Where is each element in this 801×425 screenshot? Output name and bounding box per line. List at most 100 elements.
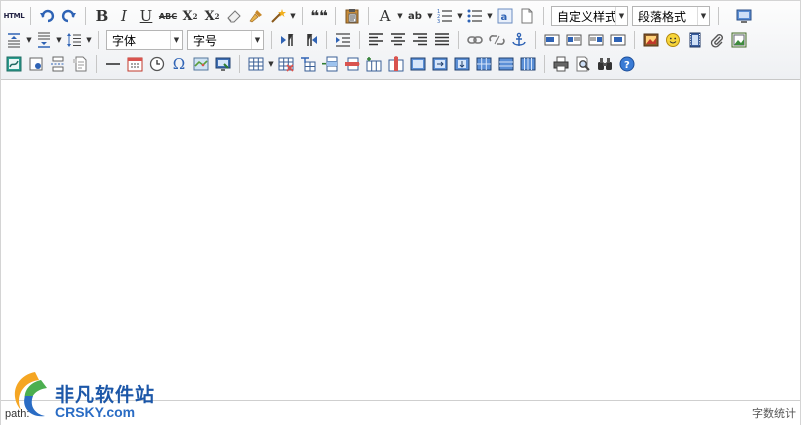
image-left-button[interactable] (564, 30, 584, 50)
insert-column-button[interactable] (364, 54, 384, 74)
custom-style-select[interactable]: 自定义样式 ▼ (551, 6, 628, 26)
html-source-button[interactable]: HTML (4, 6, 25, 26)
merge-right-button[interactable] (430, 54, 450, 74)
word-count[interactable]: 字数统计 (752, 405, 796, 421)
format-painter-button[interactable] (246, 6, 266, 26)
insert-paragraph-before-table-button[interactable] (298, 54, 318, 74)
paragraph-format-select[interactable]: 段落格式 ▼ (632, 6, 710, 26)
print-button[interactable] (551, 54, 571, 74)
subscript-button[interactable]: X2 (202, 6, 222, 26)
chevron-down-icon[interactable]: ▼ (396, 6, 404, 26)
insert-table-dropdown[interactable]: ▼ (245, 54, 275, 74)
delete-table-button[interactable] (276, 54, 296, 74)
split-to-cells-button[interactable] (474, 54, 494, 74)
highlight-color-button[interactable]: ab (405, 6, 425, 26)
font-size-select[interactable]: 字号 ▼ (187, 30, 264, 50)
line-height-dropdown[interactable]: ▼ (63, 30, 93, 50)
attachment-button[interactable] (707, 30, 727, 50)
image-right-button[interactable] (586, 30, 606, 50)
strikethrough-button[interactable]: ABC (158, 6, 178, 26)
chevron-down-icon[interactable]: ▼ (486, 6, 494, 26)
insert-row-button[interactable] (320, 54, 340, 74)
highlight-color-dropdown[interactable]: ab ▼ (404, 6, 434, 26)
ordered-list-dropdown[interactable]: 123 ▼ (434, 6, 464, 26)
blockquote-button[interactable]: ❝❝ (309, 6, 329, 26)
ltr-button[interactable] (278, 30, 298, 50)
chevron-down-icon[interactable]: ▼ (85, 30, 93, 50)
rtl-button[interactable] (300, 30, 320, 50)
redo-button[interactable] (59, 6, 79, 26)
unordered-list-dropdown[interactable]: ▼ (464, 6, 494, 26)
special-char-button[interactable]: Ω (169, 54, 189, 74)
case-transform-button[interactable]: a (495, 6, 515, 26)
split-to-cols-button[interactable] (518, 54, 538, 74)
image-none-button[interactable] (542, 30, 562, 50)
chevron-down-icon[interactable]: ▼ (426, 6, 434, 26)
row-spacing-bottom-button[interactable] (34, 30, 54, 50)
fullscreen-button[interactable] (734, 6, 754, 26)
insert-video-button[interactable] (685, 30, 705, 50)
chevron-down-icon[interactable]: ▼ (251, 31, 263, 49)
anchor-button[interactable] (509, 30, 529, 50)
scrawl-button[interactable] (4, 54, 24, 74)
preview-button[interactable] (573, 54, 593, 74)
unlink-button[interactable] (487, 30, 507, 50)
align-center-button[interactable] (388, 30, 408, 50)
split-to-rows-button[interactable] (496, 54, 516, 74)
bold-button[interactable]: B (92, 6, 112, 26)
unordered-list-button[interactable] (465, 6, 485, 26)
auto-format-button[interactable] (268, 6, 288, 26)
delete-column-button[interactable] (386, 54, 406, 74)
insert-image-button[interactable] (641, 30, 661, 50)
chevron-down-icon[interactable]: ▼ (267, 54, 275, 74)
editor-content-area[interactable] (1, 80, 800, 400)
paste-plain-button[interactable] (342, 6, 362, 26)
superscript-button[interactable]: X2 (180, 6, 200, 26)
chevron-down-icon[interactable]: ▼ (289, 6, 297, 26)
image-gallery-button[interactable] (729, 30, 749, 50)
align-right-button[interactable] (410, 30, 430, 50)
indent-button[interactable] (333, 30, 353, 50)
insert-link-button[interactable] (465, 30, 485, 50)
search-replace-button[interactable] (595, 54, 615, 74)
chevron-down-icon[interactable]: ▼ (456, 6, 464, 26)
insert-frame-button[interactable] (26, 54, 46, 74)
insert-table-button[interactable] (246, 54, 266, 74)
row-spacing-top-dropdown[interactable]: ▼ (3, 30, 33, 50)
eraser-button[interactable] (224, 6, 244, 26)
chevron-down-icon[interactable]: ▼ (697, 7, 709, 25)
font-family-select[interactable]: 字体 ▼ (106, 30, 183, 50)
line-height-button[interactable] (64, 30, 84, 50)
font-color-dropdown[interactable]: A ▼ (374, 6, 404, 26)
new-document-button[interactable] (517, 6, 537, 26)
italic-button[interactable]: I (114, 6, 134, 26)
emoticon-button[interactable] (663, 30, 683, 50)
undo-button[interactable] (37, 6, 57, 26)
merge-cells-button[interactable] (408, 54, 428, 74)
page-break-button[interactable] (48, 54, 68, 74)
help-button[interactable]: ? (617, 54, 637, 74)
chevron-down-icon[interactable]: ▼ (615, 7, 627, 25)
image-center-button[interactable] (608, 30, 628, 50)
align-justify-button[interactable] (432, 30, 452, 50)
merge-down-button[interactable] (452, 54, 472, 74)
insert-date-button[interactable] (125, 54, 145, 74)
insert-time-button[interactable] (147, 54, 167, 74)
film-icon (689, 32, 701, 48)
chevron-down-icon[interactable]: ▼ (25, 30, 33, 50)
font-color-button[interactable]: A (375, 6, 395, 26)
row-spacing-bottom-dropdown[interactable]: ▼ (33, 30, 63, 50)
row-spacing-top-button[interactable] (4, 30, 24, 50)
chevron-down-icon[interactable]: ▼ (170, 31, 182, 49)
delete-row-button[interactable] (342, 54, 362, 74)
insert-map-button[interactable] (191, 54, 211, 74)
template-button[interactable] (70, 54, 90, 74)
chevron-down-icon[interactable]: ▼ (55, 30, 63, 50)
ordered-list-button[interactable]: 123 (435, 6, 455, 26)
underline-button[interactable]: U (136, 6, 156, 26)
align-left-button[interactable] (366, 30, 386, 50)
insert-row-icon (322, 56, 338, 72)
insert-snapshot-button[interactable] (213, 54, 233, 74)
auto-format-dropdown[interactable]: ▼ (267, 6, 297, 26)
horizontal-rule-button[interactable] (103, 54, 123, 74)
